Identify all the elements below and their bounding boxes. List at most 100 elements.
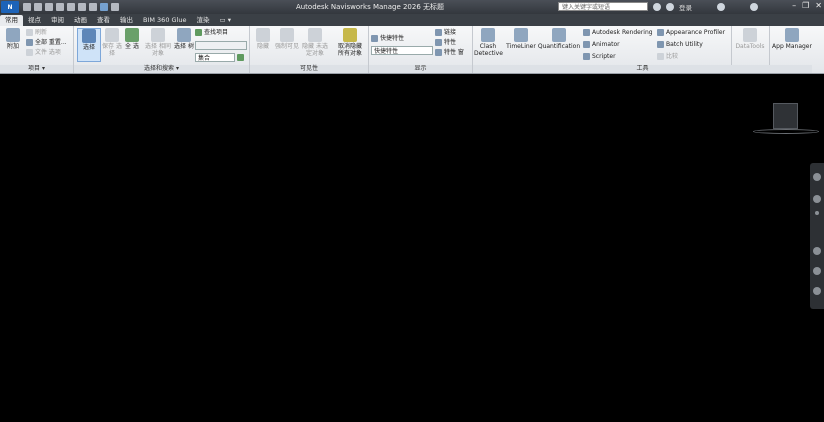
scene-viewport[interactable]: [0, 74, 824, 422]
refresh-button[interactable]: 刷新: [26, 28, 47, 37]
open-file-icon[interactable]: [34, 3, 42, 11]
panel-visibility-label[interactable]: 可见性: [250, 65, 368, 73]
tab-viewpoint[interactable]: 视点: [23, 15, 46, 26]
pan-hand-icon[interactable]: [813, 195, 821, 203]
viewcube-icon[interactable]: [773, 103, 798, 129]
refresh-icon[interactable]: [89, 3, 97, 11]
properties-button[interactable]: 特性: [435, 38, 456, 47]
user-icon[interactable]: [666, 3, 674, 11]
animator-button[interactable]: Animator: [583, 40, 620, 49]
viewcube-compass[interactable]: [753, 129, 819, 134]
select-same-button[interactable]: 选择 相同对象: [144, 28, 172, 57]
require-button[interactable]: 强制可见: [275, 28, 299, 50]
navigation-bar: [810, 163, 824, 309]
quick-properties-icon: [371, 35, 378, 42]
properties-icon: [435, 39, 442, 46]
quick-properties-button[interactable]: 快捷特性: [371, 34, 404, 43]
app-manager-icon: [785, 28, 799, 42]
tab-view[interactable]: 查看: [92, 15, 115, 26]
autodesk-rendering-button[interactable]: Autodesk Rendering: [583, 28, 653, 37]
tab-review[interactable]: 审阅: [46, 15, 69, 26]
select-all-button[interactable]: 全 选: [120, 28, 144, 50]
hide-icon: [256, 28, 270, 42]
attach-button[interactable]: 附加: [1, 28, 25, 50]
appearance-profiler-icon: [657, 29, 664, 36]
dock-properties-button[interactable]: 特性 窗: [435, 48, 464, 57]
new-file-icon[interactable]: [23, 3, 31, 11]
search-input[interactable]: 键入关键字或短语: [558, 2, 648, 11]
selection-tree-button[interactable]: 选择 树: [172, 28, 196, 50]
attach-icon: [6, 28, 20, 42]
undo-icon[interactable]: [67, 3, 75, 11]
tab-render[interactable]: 渲染: [192, 15, 215, 26]
panel-display: 快捷特性 快捷特性 链接 特性 特性 窗 显示: [369, 26, 473, 73]
refresh-icon: [26, 29, 33, 36]
quantification-icon: [552, 28, 566, 42]
clash-detective-button[interactable]: Clash Detective: [474, 28, 503, 57]
window-title: Autodesk Navisworks Manage 2026 无标题: [295, 3, 445, 11]
links-button[interactable]: 链接: [435, 28, 456, 37]
quick-properties-combo[interactable]: 快捷特性: [371, 46, 433, 55]
sets-combo[interactable]: 集合: [195, 53, 235, 62]
panel-visibility: 隐藏 强制可见 隐藏 未选定对象 取消隐藏 所有对象 可见性: [250, 26, 369, 73]
exchange-icon[interactable]: [717, 3, 725, 11]
file-options-button[interactable]: 文件 选项: [26, 48, 61, 57]
clash-detective-icon: [481, 28, 495, 42]
hide-button[interactable]: 隐藏: [251, 28, 275, 50]
orbit-icon[interactable]: [813, 247, 821, 255]
sign-in-label[interactable]: 登录: [679, 2, 692, 12]
rendering-icon: [583, 29, 590, 36]
batch-utility-icon: [657, 41, 664, 48]
close-button[interactable]: ✕: [815, 1, 822, 10]
minimize-button[interactable]: –: [792, 1, 796, 10]
redo-icon[interactable]: [78, 3, 86, 11]
restore-button[interactable]: ❐: [802, 1, 809, 10]
reset-all-button[interactable]: 全部 重置...: [26, 38, 67, 47]
appearance-profiler-button[interactable]: Appearance Profiler: [657, 28, 725, 37]
steering-wheel-icon[interactable]: [813, 173, 821, 181]
nav-dot-icon[interactable]: [815, 211, 819, 215]
tab-home[interactable]: 常用: [0, 15, 23, 26]
panel-project-label[interactable]: 项目 ▾: [0, 65, 73, 73]
unhide-all-button[interactable]: 取消隐藏 所有对象: [335, 28, 365, 57]
animator-icon: [583, 41, 590, 48]
title-right-area: 登录: [653, 2, 758, 12]
reset-icon: [26, 39, 33, 46]
app-manager-button[interactable]: App Manager: [772, 28, 812, 50]
quick-find-input[interactable]: [195, 41, 247, 50]
select-button[interactable]: 选择: [77, 28, 101, 62]
attach-label: 附加: [6, 43, 19, 50]
quantification-button[interactable]: Quantification: [537, 28, 581, 50]
tab-animation[interactable]: 动画: [69, 15, 92, 26]
datatools-button[interactable]: DataTools: [735, 28, 765, 50]
tab-options-toggle[interactable]: ▭ ▾: [215, 15, 236, 26]
panel-select-search-label[interactable]: 选择和搜索 ▾: [74, 65, 249, 73]
tab-bim360[interactable]: BIM 360 Glue: [138, 15, 192, 26]
find-items-icon: [195, 29, 202, 36]
customize-toolbar-icon[interactable]: [111, 3, 119, 11]
selection-tree-icon: [177, 28, 191, 42]
print-icon[interactable]: [56, 3, 64, 11]
tab-output[interactable]: 输出: [115, 15, 138, 26]
compare-button[interactable]: 比较: [657, 52, 678, 61]
look-icon[interactable]: [813, 267, 821, 275]
panel-tools-label[interactable]: 工具: [473, 65, 812, 73]
select-all-icon: [125, 28, 139, 42]
timeliner-button[interactable]: TimeLiner: [504, 28, 538, 50]
find-items-button[interactable]: 查找项目: [195, 28, 228, 37]
help-icon[interactable]: [750, 3, 758, 11]
application-menu-button[interactable]: N: [1, 1, 19, 13]
scripter-button[interactable]: Scripter: [583, 52, 616, 61]
select-cursor-icon[interactable]: [813, 287, 821, 295]
panel-display-label[interactable]: 显示: [369, 65, 472, 73]
batch-utility-button[interactable]: Batch Utility: [657, 40, 703, 49]
manage-sets-button[interactable]: [237, 53, 246, 62]
save-icon[interactable]: [45, 3, 53, 11]
hide-unselected-button[interactable]: 隐藏 未选定对象: [300, 28, 330, 57]
select-cursor-icon[interactable]: [100, 3, 108, 11]
select-same-icon: [151, 28, 165, 42]
select-cursor-icon: [82, 29, 96, 43]
tools-divider: [731, 26, 732, 65]
search-icon[interactable]: [653, 3, 661, 11]
links-icon: [435, 29, 442, 36]
